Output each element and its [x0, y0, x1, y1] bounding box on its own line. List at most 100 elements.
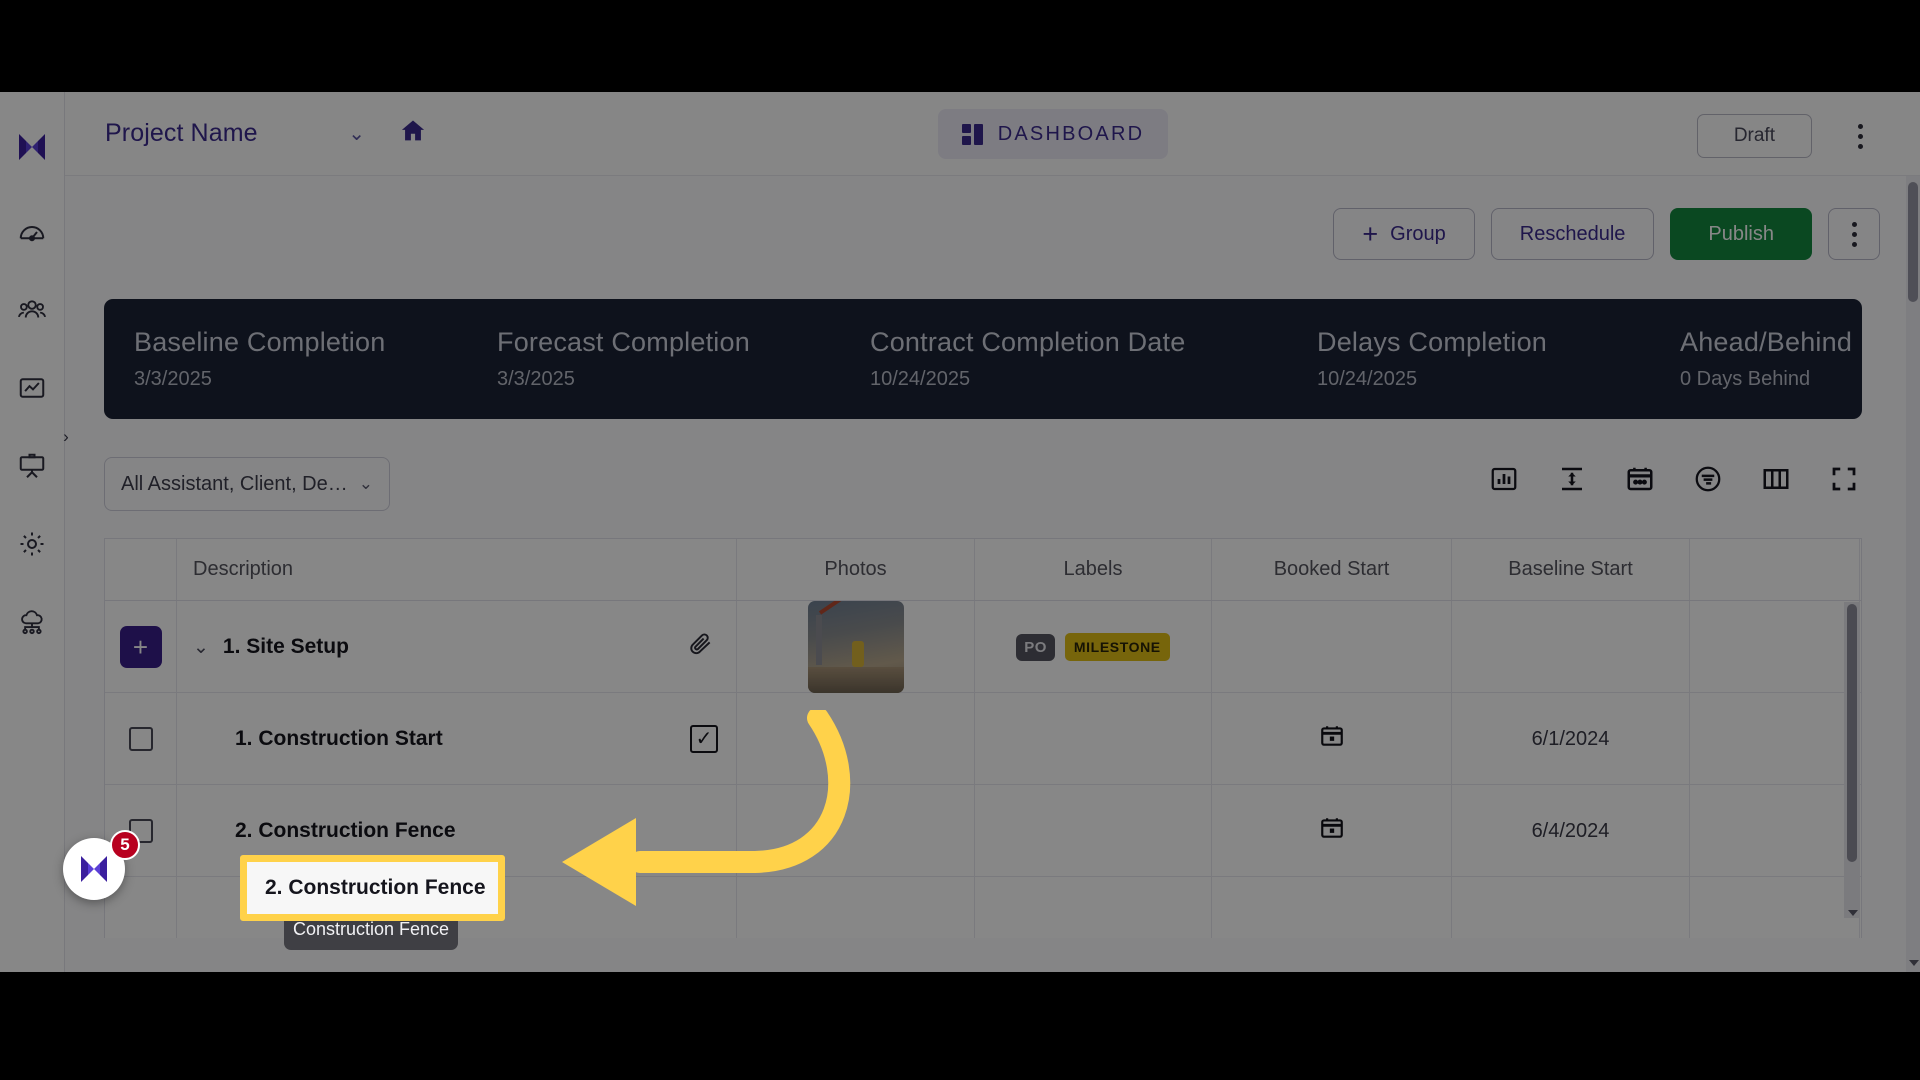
stat-title: Forecast Completion [497, 327, 750, 357]
task-description-cell[interactable] [177, 877, 737, 938]
filter-icon[interactable] [1690, 461, 1726, 497]
main-content: + Group Reschedule Publish Baseline Comp… [65, 176, 1920, 972]
sidebar-item-analytics[interactable] [9, 365, 55, 411]
home-icon[interactable] [399, 117, 427, 150]
calendar-icon[interactable] [1319, 815, 1345, 847]
fullscreen-icon[interactable] [1826, 461, 1862, 497]
row-select-cell[interactable] [105, 693, 177, 785]
task-photo-cell[interactable] [737, 785, 975, 877]
calendar-icon[interactable] [1622, 461, 1658, 497]
task-description-cell[interactable]: 1. Construction Start ✓ [177, 693, 737, 785]
table-row[interactable] [105, 877, 1861, 938]
assignee-filter-value: All Assistant, Client, De… [121, 472, 348, 495]
group-baseline-start-cell[interactable] [1452, 601, 1690, 693]
label-chip-po[interactable]: PO [1016, 633, 1055, 661]
task-extra-cell [1690, 693, 1860, 785]
group-photo-cell[interactable] [737, 601, 975, 693]
row-select-cell[interactable] [105, 785, 177, 877]
column-header-photos[interactable]: Photos [737, 539, 975, 600]
stat-title: Baseline Completion [134, 327, 386, 357]
task-photo-cell[interactable] [737, 693, 975, 785]
scroll-down-arrow-icon[interactable] [1909, 960, 1919, 966]
column-header-labels[interactable]: Labels [975, 539, 1212, 600]
calendar-icon[interactable] [1319, 723, 1345, 755]
stat-contract-completion-date: Contract Completion Date 10/24/2025 [854, 327, 1301, 391]
speedometer-icon [19, 226, 45, 242]
chevron-down-icon: ⌄ [348, 123, 365, 145]
chevron-down-icon: ⌄ [358, 474, 373, 493]
paperclip-icon[interactable] [688, 631, 714, 663]
people-group-icon [17, 300, 47, 318]
scrollbar-thumb[interactable] [1908, 182, 1918, 302]
plus-icon: + [1362, 218, 1379, 249]
column-header-description[interactable]: Description [177, 539, 737, 600]
stat-value: 3/3/2025 [134, 368, 212, 390]
add-group-button[interactable]: + Group [1333, 208, 1475, 260]
chart-trend-icon [19, 378, 45, 398]
stat-delays-completion: Delays Completion 10/24/2025 [1301, 327, 1664, 391]
reschedule-button[interactable]: Reschedule [1490, 208, 1655, 260]
sidebar-expand-chevron[interactable]: › [56, 422, 76, 452]
sidebar-item-team[interactable] [9, 287, 55, 333]
task-extra-cell [1690, 785, 1860, 877]
task-booked-start-cell[interactable] [1212, 693, 1452, 785]
row-select-cell[interactable] [105, 877, 177, 938]
task-booked-start-cell[interactable] [1212, 877, 1452, 938]
view-tools [1486, 461, 1862, 497]
baseline-start-date: 6/1/2024 [1531, 727, 1610, 750]
table-row[interactable]: + ⌄ 1. Site Setup PO MILESTONE [105, 601, 1861, 693]
label-chip-milestone[interactable]: MILESTONE [1064, 633, 1170, 661]
task-booked-start-cell[interactable] [1212, 785, 1452, 877]
row-height-icon[interactable] [1554, 461, 1590, 497]
row-checkbox[interactable] [128, 819, 153, 843]
task-labels-cell[interactable] [975, 693, 1212, 785]
scrollbar-thumb[interactable] [1847, 604, 1857, 862]
dashboard-tab[interactable]: DASHBOARD [938, 109, 1168, 159]
column-header-baseline-start[interactable]: Baseline Start [1452, 539, 1690, 600]
task-baseline-start-cell[interactable] [1452, 877, 1690, 938]
stat-title: Contract Completion Date [870, 327, 1186, 357]
task-labels-cell[interactable] [975, 877, 1212, 938]
task-labels-cell[interactable] [975, 785, 1212, 877]
column-header-extra [1690, 539, 1860, 600]
table-row[interactable]: 2. Construction Fence 6/4/2024 [105, 785, 1861, 877]
sidebar-item-dashboard[interactable] [9, 209, 55, 255]
left-sidebar [0, 92, 65, 972]
gear-icon [20, 532, 44, 556]
task-complete-checkbox[interactable]: ✓ [690, 725, 718, 753]
topbar-more-menu-icon[interactable] [1842, 114, 1878, 158]
stat-value: 10/24/2025 [870, 368, 971, 390]
task-baseline-start-cell[interactable]: 6/4/2024 [1452, 785, 1690, 877]
sidebar-item-presentation[interactable] [9, 443, 55, 489]
assignee-filter-select[interactable]: All Assistant, Client, De… ⌄ [104, 457, 390, 511]
task-description-cell[interactable]: 2. Construction Fence [177, 785, 737, 877]
scroll-down-arrow-icon[interactable] [1848, 910, 1858, 916]
row-checkbox[interactable] [128, 727, 153, 751]
bar-chart-icon[interactable] [1486, 461, 1522, 497]
task-photo-cell[interactable] [737, 877, 975, 938]
reschedule-label: Reschedule [1519, 222, 1626, 245]
stat-ahead-behind: Ahead/Behind 0 Days Behind [1664, 327, 1862, 391]
publish-button[interactable]: Publish [1670, 208, 1812, 260]
draft-status-button[interactable]: Draft [1696, 114, 1812, 158]
group-booked-start-cell[interactable] [1212, 601, 1452, 693]
page-vertical-scrollbar[interactable] [1906, 176, 1920, 972]
actions-more-menu-icon[interactable] [1828, 208, 1880, 260]
add-row-button[interactable]: + [119, 626, 162, 668]
task-baseline-start-cell[interactable]: 6/1/2024 [1452, 693, 1690, 785]
columns-icon[interactable] [1758, 461, 1794, 497]
table-row[interactable]: 1. Construction Start ✓ 6/1/2024 [105, 693, 1861, 785]
table-header-row: Description Photos Labels Booked Start B… [105, 539, 1861, 601]
column-header-booked-start[interactable]: Booked Start [1212, 539, 1452, 600]
table-vertical-scrollbar[interactable] [1844, 602, 1860, 918]
collapse-chevron-icon[interactable]: ⌄ [193, 636, 209, 659]
group-labels-cell[interactable]: PO MILESTONE [975, 601, 1212, 693]
screenshot-stage: › Project Name ⌄ DASHBOARD Draft + Group… [0, 0, 1920, 1080]
group-description-cell[interactable]: ⌄ 1. Site Setup [177, 601, 737, 693]
group-title: 1. Site Setup [222, 635, 349, 658]
add-group-label: Group [1390, 222, 1446, 245]
project-selector[interactable]: Project Name ⌄ [105, 119, 365, 148]
sidebar-item-integrations[interactable] [9, 599, 55, 645]
sidebar-item-settings[interactable] [9, 521, 55, 567]
construction-crane-thumbnail[interactable] [807, 601, 904, 693]
